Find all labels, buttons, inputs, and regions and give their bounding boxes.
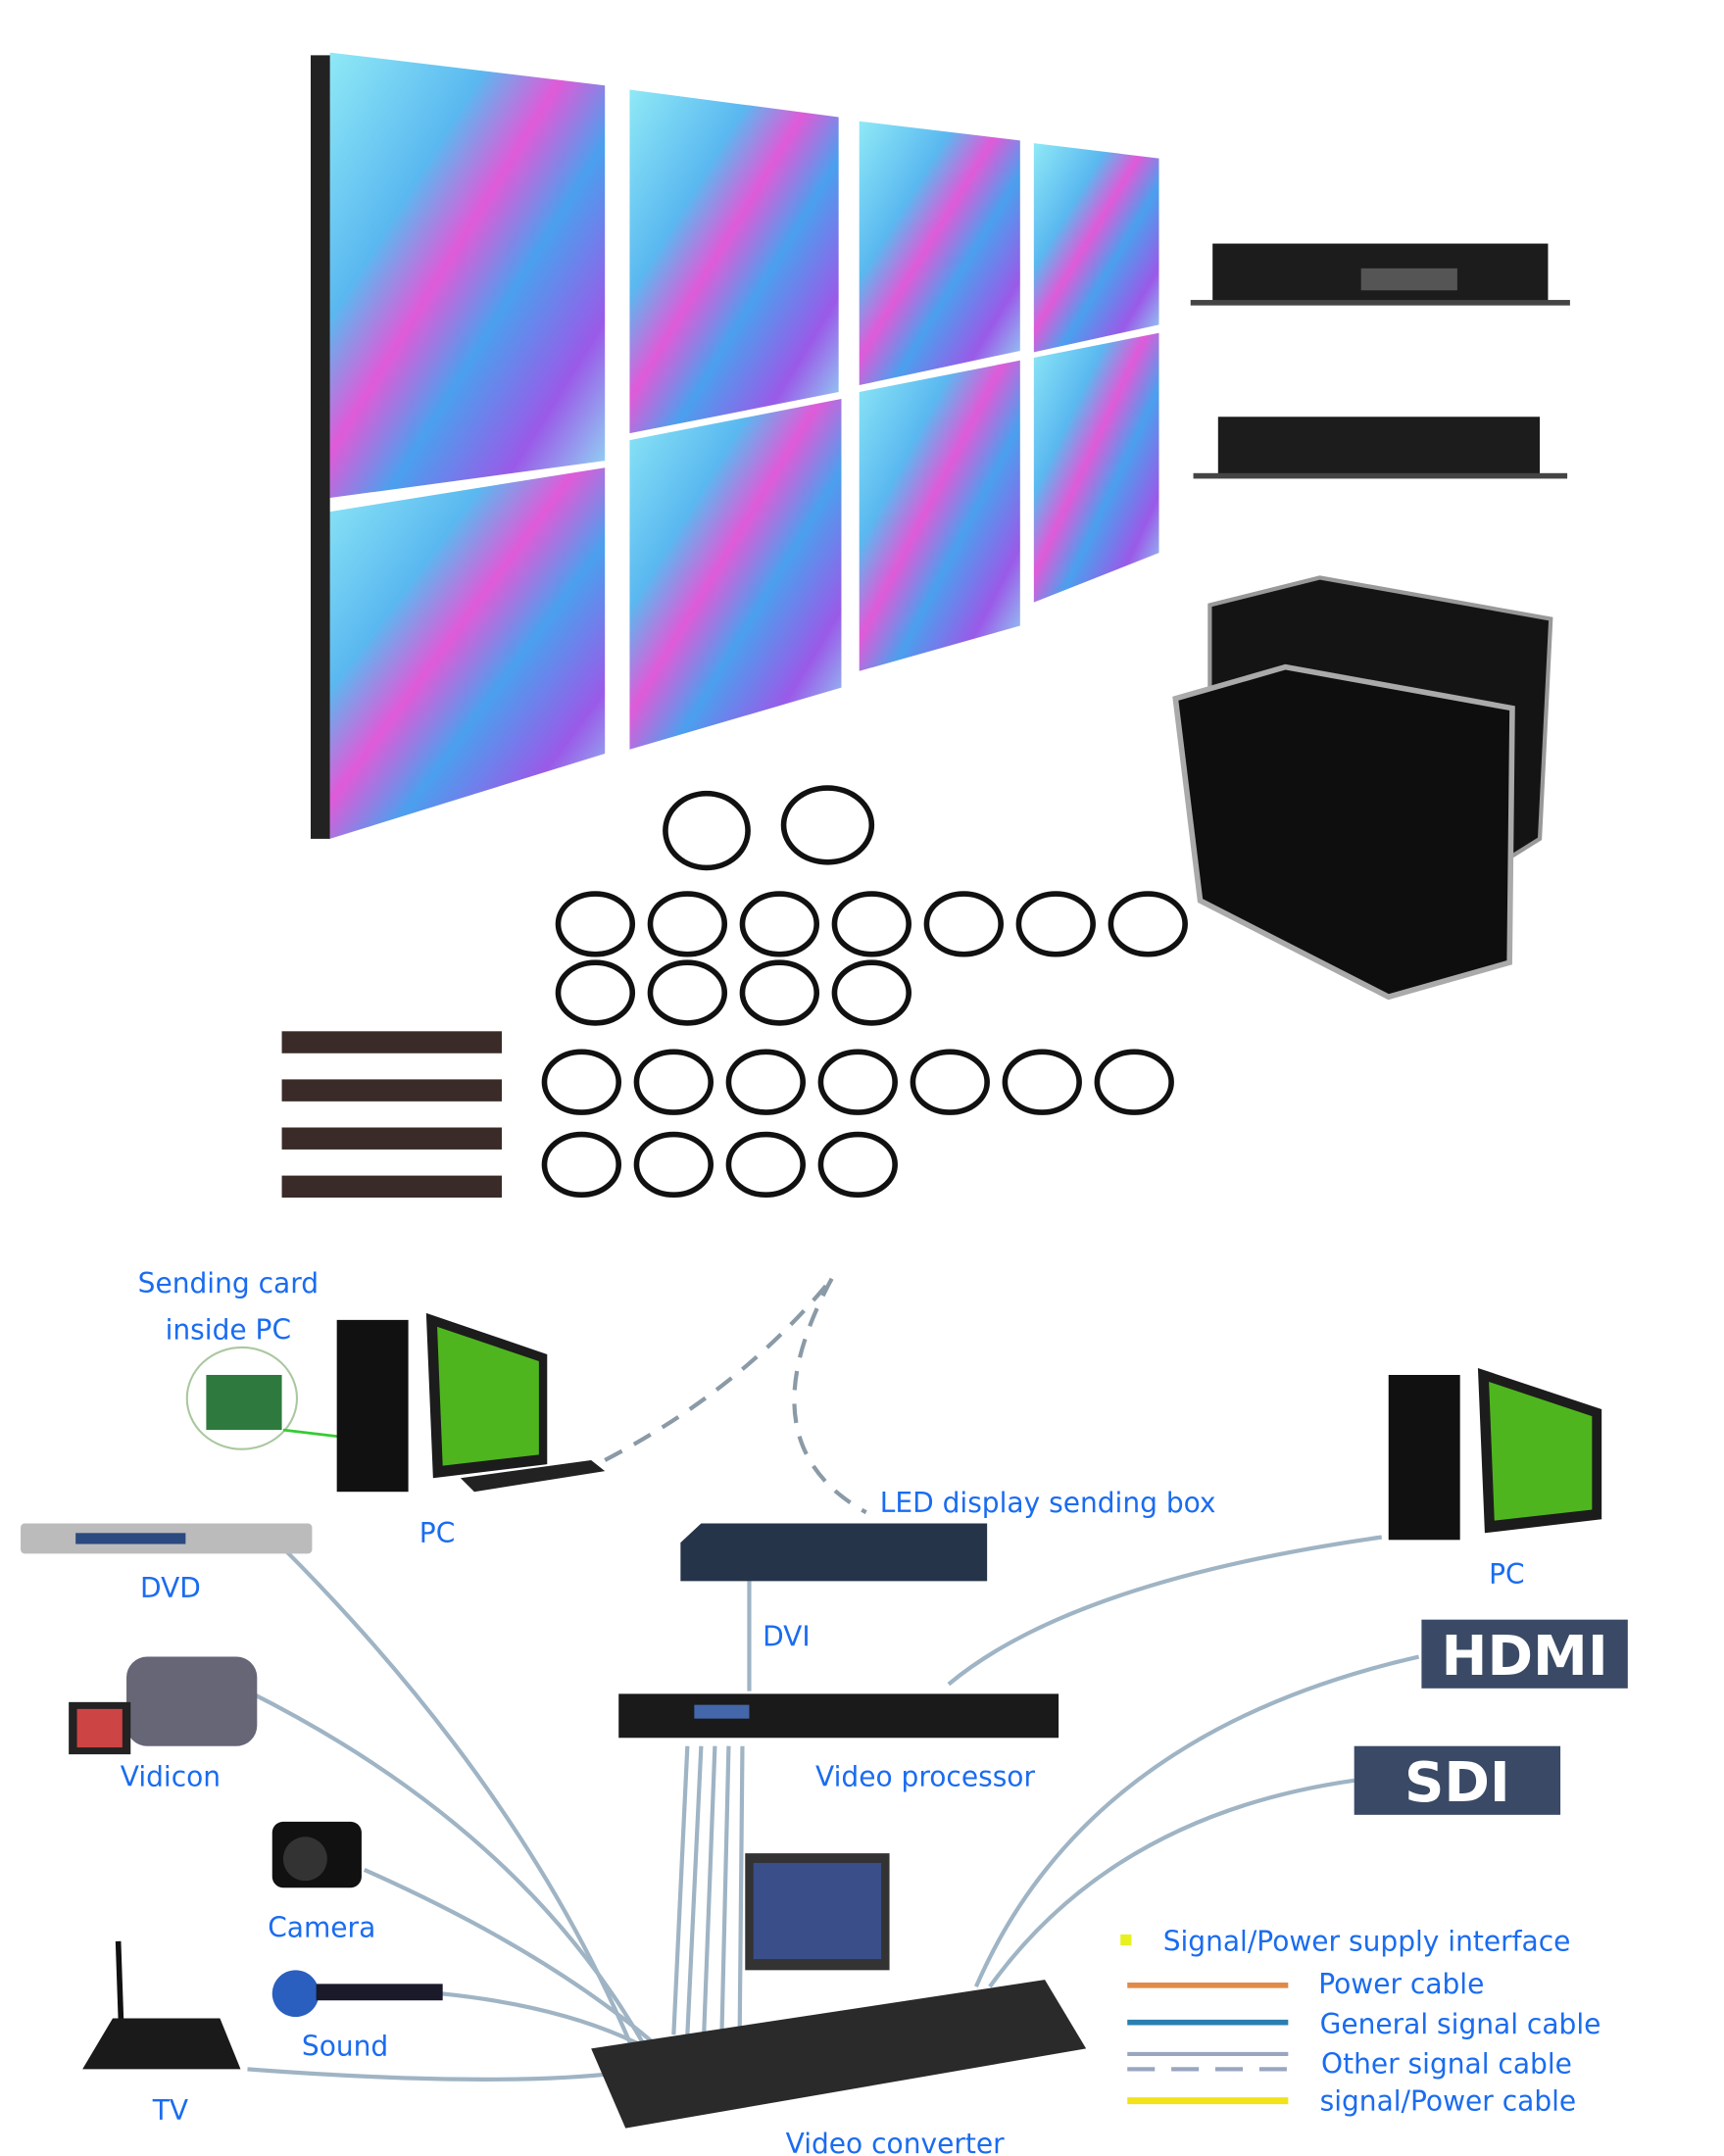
sdi-badge: SDI (1354, 1745, 1561, 1815)
video-converter-image (591, 1853, 1087, 2129)
sound-label: Sound (302, 2030, 388, 2062)
led-panel (859, 121, 1020, 386)
pc-right-label: PC (1489, 1558, 1525, 1591)
cable-loop (633, 1049, 714, 1115)
legend-item-power: Power cable (1318, 1968, 1484, 2000)
led-panel (859, 360, 1020, 671)
tv-label: TV (152, 2094, 188, 2127)
legend-item-interface: Signal/Power supply interface (1163, 1926, 1571, 1958)
led-panel (629, 89, 839, 434)
led-panel (629, 399, 842, 750)
dvd-player-image (21, 1523, 313, 1554)
sending-card-label: Sending card (138, 1267, 319, 1299)
legend: Signal/Power supply interface Power cabl… (1120, 1926, 1601, 2117)
camera-image (271, 1821, 362, 1888)
led-video-wall (311, 52, 1159, 839)
cable-loop (725, 1131, 806, 1199)
cable-loop (1002, 1049, 1082, 1115)
led-display-system-diagram: HDMI SDI Sending card inside PC PC DVD L… (0, 0, 1724, 2156)
microphone-image (271, 1970, 443, 2018)
cable-loop (831, 959, 911, 1026)
vidicon-label: Vidicon (121, 1760, 221, 1792)
legend-item-other-signal: Other signal cable (1321, 2048, 1572, 2081)
led-panel (329, 52, 606, 499)
legend-item-general-signal: General signal cable (1320, 2008, 1601, 2040)
mounting-bars (281, 1031, 502, 1199)
led-panel (1033, 332, 1159, 603)
video-processor-label: Video processor (815, 1760, 1035, 1792)
video-converter-label: Video converter (786, 2128, 1005, 2156)
cable-loop (541, 1049, 622, 1115)
vidicon-image (69, 1656, 258, 1755)
sdi-label: SDI (1404, 1751, 1510, 1815)
cable-loop (739, 891, 820, 957)
cable-loop (647, 959, 728, 1026)
cable-loop (555, 959, 636, 1026)
hdmi-badge: HDMI (1421, 1619, 1628, 1689)
cable-loop (541, 1131, 622, 1199)
cable-loop (1094, 1049, 1174, 1115)
pc-right-image (1388, 1367, 1602, 1541)
camera-label: Camera (268, 1912, 375, 1944)
cable-loop (725, 1049, 806, 1115)
legend-item-signal-power: signal/Power cable (1320, 2084, 1577, 2117)
flight-cases (1172, 575, 1553, 1001)
sending-box-image (680, 1523, 988, 1582)
receiving-controller-box (1193, 416, 1568, 479)
cable-loop (739, 959, 820, 1026)
video-processor-image (618, 1693, 1059, 1739)
accessory-cables (541, 785, 1188, 1199)
cable-loop (633, 1131, 714, 1199)
cable-loop (923, 891, 1004, 957)
pc-left-image (336, 1312, 606, 1493)
sending-card-callout (185, 1346, 342, 1450)
led-panel (329, 467, 606, 839)
cable-loop (1108, 891, 1188, 957)
cable-loop (555, 891, 636, 957)
led-panel (1033, 143, 1159, 353)
cable-loop (1015, 891, 1096, 957)
sending-controller-box (1190, 243, 1570, 306)
dvd-label: DVD (140, 1572, 201, 1604)
dvi-label: DVI (763, 1620, 811, 1652)
cable-loop (831, 891, 911, 957)
legend-swatch-interface (1120, 1934, 1132, 1946)
inside-pc-label: inside PC (166, 1314, 291, 1347)
cable-loop (910, 1049, 990, 1115)
sending-box-label: LED display sending box (880, 1487, 1216, 1519)
cable-loop (817, 1131, 898, 1199)
cable-loop (647, 891, 728, 957)
hdmi-label: HDMI (1442, 1625, 1608, 1689)
tv-box-image (82, 1940, 241, 2070)
pc-left-label: PC (419, 1517, 456, 1549)
cable-loop (817, 1049, 898, 1115)
